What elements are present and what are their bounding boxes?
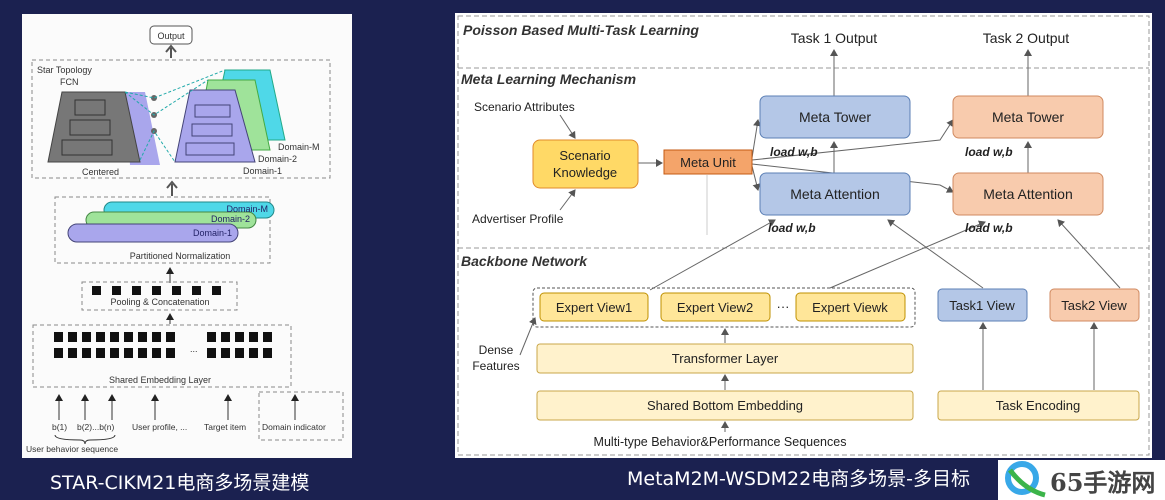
scenario-attributes-label: Scenario Attributes [474,100,575,114]
shared-bottom-label: Shared Bottom Embedding [647,398,803,413]
expert-view-1-label: Expert View1 [556,300,632,315]
task-encoding-label: Task Encoding [996,398,1081,413]
transformer-layer-label: Transformer Layer [672,351,779,366]
load-wb-label: load w,b [965,221,1013,235]
task2-output-label: Task 2 Output [983,30,1069,46]
domain-m-label: Domain-M [278,142,320,152]
task2-view-label: Task2 View [1061,298,1127,313]
scenario-knowledge-label-1: Scenario [559,148,610,163]
watermark-text: 65手游网 [1050,468,1155,497]
metam2m-diagram: Poisson Based Multi-Task Learning Meta L… [455,13,1152,458]
meta-tower-2-label: Meta Tower [992,109,1064,125]
meta-unit-label: Meta Unit [680,155,736,170]
load-wb-label: load w,b [768,221,816,235]
pn-domain-1-label: Domain-1 [193,228,232,238]
meta-tower-1-label: Meta Tower [799,109,871,125]
advertiser-profile-label: Advertiser Profile [472,212,564,226]
diagram-canvas: Output Star Topology FCN Centered Domain… [22,13,1165,500]
pooling-label: Pooling & Concatenation [110,297,209,307]
dense-features-label-1: Dense [479,343,514,357]
fcn-label: FCN [60,77,79,87]
load-wb-label: load w,b [770,145,818,159]
task1-output-label: Task 1 Output [791,30,877,46]
task1-view-label: Task1 View [949,298,1015,313]
expert-view-2-label: Expert View2 [677,300,753,315]
sequences-label: Multi-type Behavior&Performance Sequence… [594,435,847,449]
dense-features-label-2: Features [472,359,519,373]
input-target-item: Target item [204,422,246,432]
star-topology-label: Star Topology [37,65,92,75]
section-title-backbone: Backbone Network [461,253,588,269]
load-wb-label: load w,b [965,145,1013,159]
input-b1: b(1) [52,422,67,432]
user-behavior-sequence-label: User behavior sequence [26,444,118,454]
shared-embedding-label: Shared Embedding Layer [109,375,211,385]
star-diagram: Output Star Topology FCN Centered Domain… [22,14,352,458]
embedding-ellipsis: ... [190,344,198,354]
input-user-profile: User profile, ... [132,422,187,432]
centered-label: Centered [82,167,119,177]
domain-2-label: Domain-2 [258,154,297,164]
pn-domain-m-label: Domain-M [226,204,268,214]
expert-view-k-label: Expert Viewk [812,300,888,315]
pn-label: Partitioned Normalization [130,251,231,261]
meta-attention-2-label: Meta Attention [983,186,1073,202]
domain-1-label: Domain-1 [243,166,282,176]
right-caption: MetaM2M-WSDM22电商多场景-多目标 [627,468,970,490]
pn-domain-2-label: Domain-2 [211,214,250,224]
section-title-poisson: Poisson Based Multi-Task Learning [463,22,699,38]
meta-attention-1-label: Meta Attention [790,186,880,202]
section-title-meta: Meta Learning Mechanism [461,71,636,87]
output-label: Output [157,31,185,41]
left-caption: STAR-CIKM21电商多场景建模 [50,472,309,494]
expert-ellipsis: ··· [777,299,790,314]
watermark: 65手游网 [998,460,1165,500]
scenario-knowledge-label-2: Knowledge [553,165,617,180]
input-domain-indicator: Domain indicator [262,422,326,432]
input-b2-bn: b(2)...b(n) [77,422,114,432]
